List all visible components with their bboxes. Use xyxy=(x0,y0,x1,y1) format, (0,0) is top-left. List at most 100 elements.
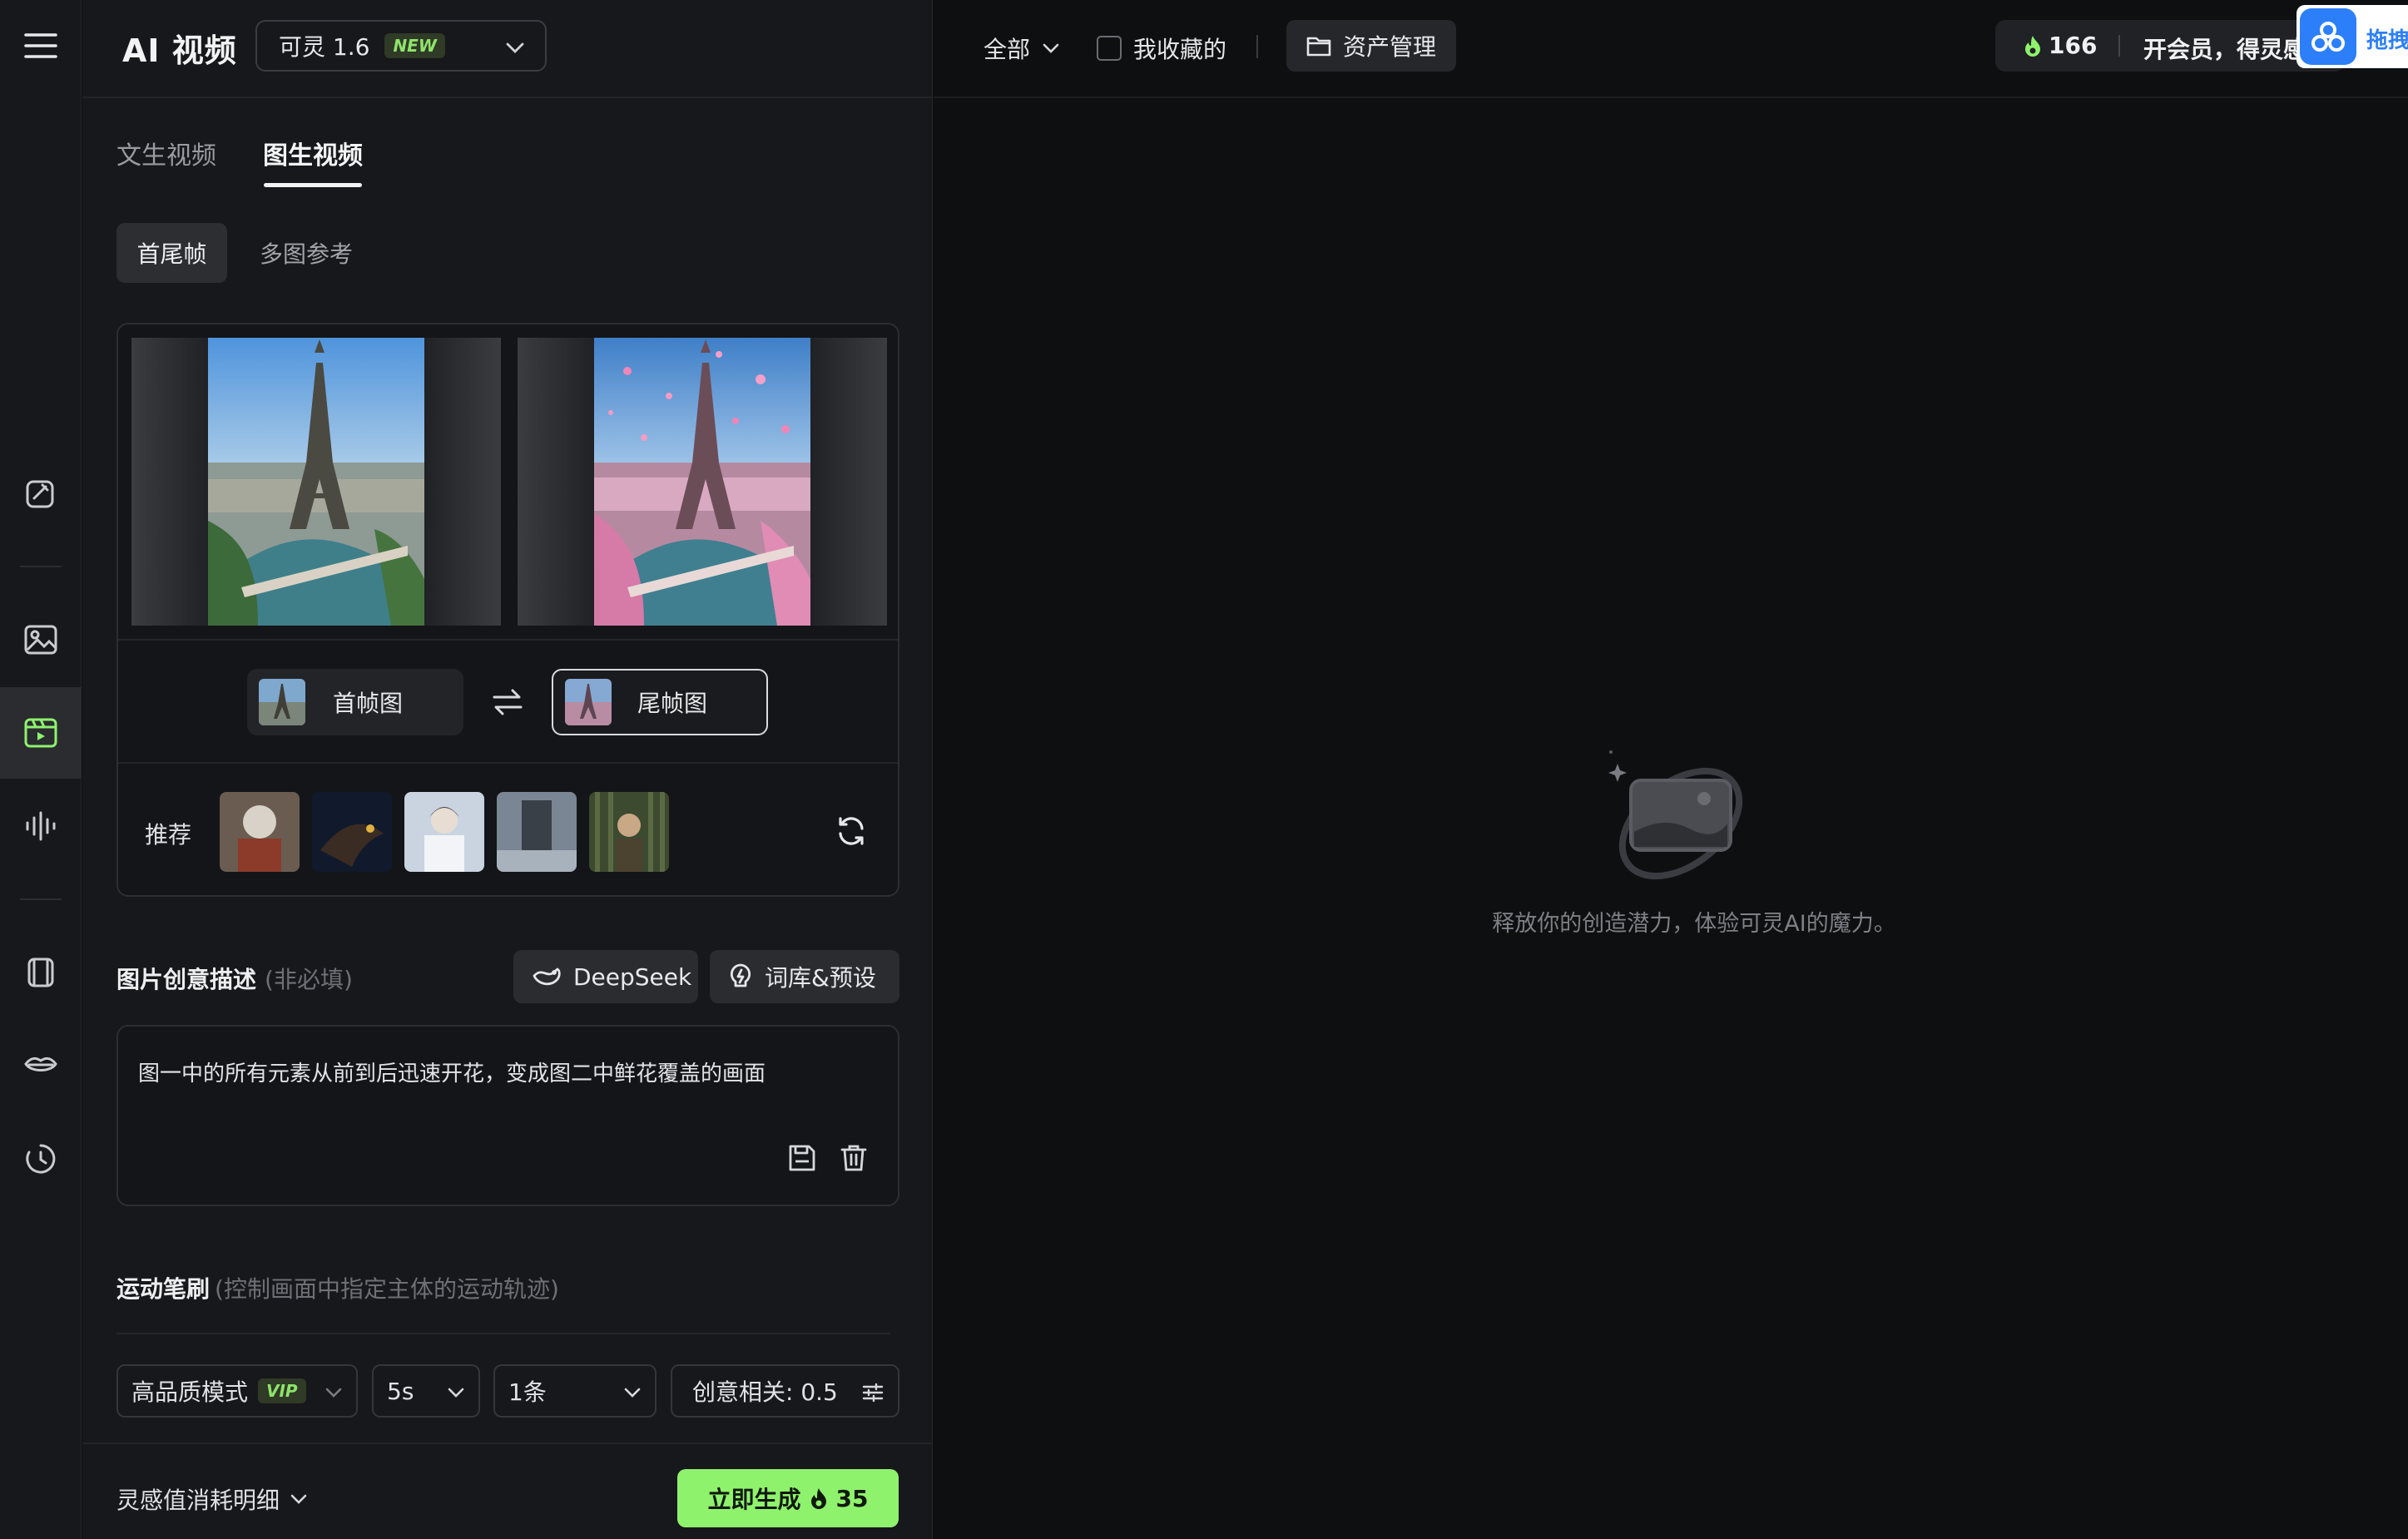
rail-lipsync-button[interactable] xyxy=(0,1020,82,1111)
audio-wave-icon xyxy=(22,808,59,844)
folder-icon xyxy=(1306,35,1331,57)
generate-button[interactable]: 立即生成 35 xyxy=(677,1469,899,1527)
creativity-value: 创意相关: 0.5 xyxy=(692,1378,838,1406)
quality-mode-value: 高品质模式 xyxy=(131,1378,249,1406)
count-select[interactable]: 1条 xyxy=(493,1364,657,1418)
library-preset-button[interactable]: 词库&预设 xyxy=(710,950,899,1003)
deepseek-button[interactable]: DeepSeek xyxy=(513,950,698,1003)
rail-history-button[interactable] xyxy=(0,1113,82,1205)
motion-brush-section[interactable]: 运动笔刷 (控制画面中指定主体的运动轨迹) xyxy=(116,1271,559,1304)
credits-bar[interactable]: 166 开会员，得灵感 xyxy=(1995,20,2345,72)
first-frame-thumbnail xyxy=(259,679,305,725)
deepseek-label: DeepSeek xyxy=(573,962,692,991)
card-divider xyxy=(118,762,898,764)
panel-header: AI 视频 可灵 1.6 NEW xyxy=(82,0,933,98)
lightbulb-icon xyxy=(728,962,753,991)
flame-icon xyxy=(2024,34,2042,57)
duration-value: 5s xyxy=(387,1377,414,1405)
motion-brush-title: 运动笔刷 xyxy=(116,1275,211,1303)
asset-management-label: 资产管理 xyxy=(1343,33,1437,61)
history-icon xyxy=(22,1141,59,1177)
last-frame-button[interactable]: 尾帧图 xyxy=(552,669,768,735)
recommend-label: 推荐 xyxy=(145,821,192,849)
favorites-checkbox[interactable] xyxy=(1097,36,1122,61)
prompt-text: 图一中的所有元素从前到后迅速开花，变成图二中鲜花覆盖的画面 xyxy=(138,1061,766,1086)
motion-brush-hint: (控制画面中指定主体的运动轨迹) xyxy=(215,1275,559,1303)
filter-label: 全部 xyxy=(984,36,1031,63)
rail-audio-button[interactable] xyxy=(0,780,82,872)
vip-upsell-label[interactable]: 开会员，得灵感 xyxy=(2143,32,2306,65)
subtab-multi-image[interactable]: 多图参考 xyxy=(244,223,369,283)
new-badge: NEW xyxy=(384,33,445,58)
duration-select[interactable]: 5s xyxy=(372,1364,480,1418)
generate-cost: 35 xyxy=(835,1484,869,1512)
last-frame-thumbnail xyxy=(565,679,612,725)
chevron-down-icon xyxy=(447,1384,465,1401)
active-tab-indicator xyxy=(264,183,362,187)
credits-divider xyxy=(2118,35,2120,57)
chevron-down-icon xyxy=(505,38,525,57)
favorites-filter[interactable]: 我收藏的 xyxy=(1097,32,1226,65)
credits-value: 166 xyxy=(2049,32,2098,59)
consume-label: 灵感值消耗明细 xyxy=(116,1487,280,1514)
rail-video-button[interactable] xyxy=(0,687,82,779)
lips-icon xyxy=(22,1047,59,1084)
credits-count: 166 xyxy=(2024,32,2097,59)
chevron-down-icon xyxy=(1042,40,1060,57)
first-frame-preview[interactable] xyxy=(131,338,501,626)
favorites-label: 我收藏的 xyxy=(1133,36,1227,63)
recommend-thumbnail[interactable] xyxy=(404,792,484,872)
section-divider xyxy=(116,1333,890,1334)
tab-text-to-video[interactable]: 文生视频 xyxy=(116,135,216,171)
prompt-title: 图片创意描述 xyxy=(116,966,257,993)
empty-state-illustration xyxy=(1606,749,1747,890)
icon-rail xyxy=(0,0,82,1539)
floating-drag-widget[interactable]: 拖拽 xyxy=(2297,5,2408,68)
asset-management-button[interactable]: 资产管理 xyxy=(1286,20,1457,72)
menu-icon xyxy=(24,32,57,60)
rail-magic-button[interactable] xyxy=(0,448,82,539)
flame-icon xyxy=(810,1487,828,1510)
rail-divider xyxy=(20,898,62,900)
image-icon xyxy=(22,621,59,658)
library-preset-label: 词库&预设 xyxy=(765,964,876,992)
menu-button[interactable] xyxy=(0,0,82,92)
prompt-hint: (非必填) xyxy=(265,966,353,993)
chevron-down-icon xyxy=(290,1491,308,1507)
recommend-thumbnail[interactable] xyxy=(312,792,392,872)
recommend-thumbnail[interactable] xyxy=(497,792,577,872)
frame-upload-card: 首帧图 尾帧图 推荐 xyxy=(116,323,899,897)
prompt-section-title: 图片创意描述 (非必填) xyxy=(116,962,353,995)
count-value: 1条 xyxy=(508,1378,547,1406)
rail-outfit-button[interactable] xyxy=(0,927,82,1018)
rail-image-button[interactable] xyxy=(0,594,82,685)
refresh-icon[interactable] xyxy=(835,815,867,847)
recommend-thumbnail[interactable] xyxy=(220,792,300,872)
model-name: 可灵 1.6 xyxy=(279,33,370,61)
generation-panel: AI 视频 可灵 1.6 NEW 文生视频 图生视频 首尾帧 多图参考 首帧图 … xyxy=(82,0,933,1539)
card-divider xyxy=(118,639,898,641)
empty-state-text: 释放你的创造潜力，体验可灵AI的魔力。 xyxy=(1492,911,1896,937)
tab-image-to-video[interactable]: 图生视频 xyxy=(263,135,363,171)
cloud-logo-icon xyxy=(2300,8,2356,65)
consume-details-toggle[interactable]: 灵感值消耗明细 xyxy=(116,1482,308,1516)
last-frame-preview[interactable] xyxy=(518,338,887,626)
widget-label: 拖拽 xyxy=(2366,28,2408,53)
save-icon[interactable] xyxy=(787,1143,817,1173)
chevron-down-icon xyxy=(325,1384,343,1401)
creativity-setting[interactable]: 创意相关: 0.5 xyxy=(671,1364,899,1418)
first-frame-button[interactable]: 首帧图 xyxy=(247,669,463,735)
subtab-first-last-frame[interactable]: 首尾帧 xyxy=(116,223,227,283)
quality-mode-select[interactable]: 高品质模式 VIP xyxy=(116,1364,358,1418)
last-frame-image xyxy=(594,338,810,626)
first-frame-label: 首帧图 xyxy=(332,690,403,717)
model-select[interactable]: 可灵 1.6 NEW xyxy=(255,20,547,72)
magic-wand-icon xyxy=(22,475,59,512)
sliders-icon xyxy=(861,1381,884,1404)
swap-frames-icon[interactable] xyxy=(491,685,524,719)
prompt-textarea[interactable]: 图一中的所有元素从前到后迅速开花，变成图二中鲜花覆盖的画面 xyxy=(116,1025,899,1206)
filter-select[interactable]: 全部 xyxy=(984,32,1060,65)
trash-icon[interactable] xyxy=(839,1143,869,1173)
generate-label: 立即生成 xyxy=(707,1486,801,1513)
recommend-thumbnail[interactable] xyxy=(589,792,669,872)
